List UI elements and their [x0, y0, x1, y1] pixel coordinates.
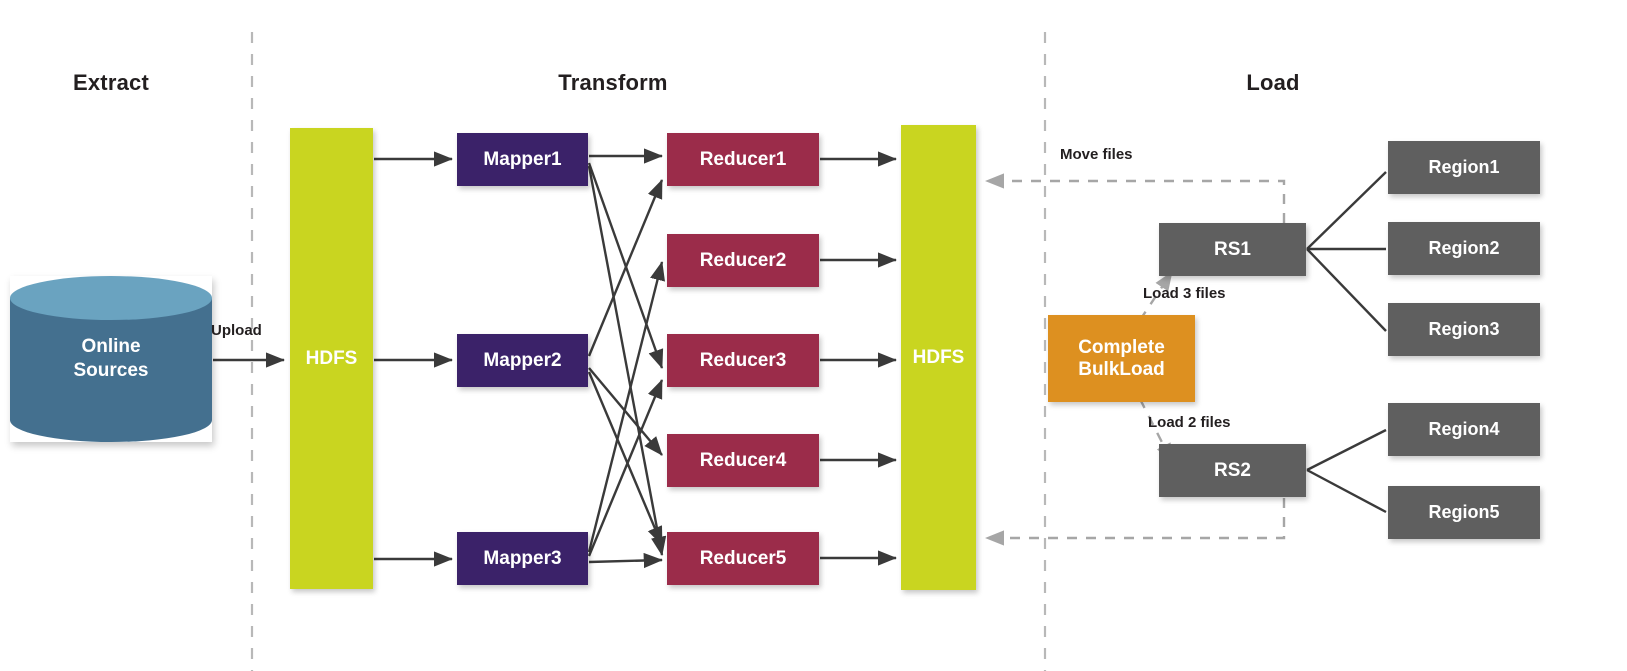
edge-rs2-move-files — [985, 498, 1286, 546]
reducer-1-node[interactable]: Reducer1 — [667, 133, 819, 186]
bulkload-line2: BulkLoad — [1078, 358, 1165, 380]
edge-rs1-to-region3 — [1306, 248, 1387, 332]
region-1-node[interactable]: Region1 — [1388, 141, 1540, 194]
region-2-node[interactable]: Region2 — [1388, 222, 1540, 275]
edge-mapper3-to-reducer5 — [588, 552, 663, 569]
edge-rs1-to-region1 — [1306, 171, 1387, 250]
bulkload-line1: Complete — [1078, 336, 1165, 358]
edge-mapper3-to-reducer2 — [587, 261, 665, 553]
phase-title-extract: Extract — [73, 70, 149, 95]
online-sources-datastore[interactable]: Online Sources — [10, 276, 212, 442]
edge-mapper2-to-reducer5 — [587, 371, 664, 546]
upload-label: Upload — [211, 322, 262, 339]
reducer-2-node[interactable]: Reducer2 — [667, 234, 819, 287]
region-5-node[interactable]: Region5 — [1388, 486, 1540, 539]
reducer-4-node[interactable]: Reducer4 — [667, 434, 819, 487]
online-sources-line1: Online — [81, 336, 141, 358]
region-server-1-node[interactable]: RS1 — [1159, 223, 1306, 276]
region-3-node[interactable]: Region3 — [1388, 303, 1540, 356]
edge-mapper1-to-reducer5 — [587, 165, 667, 556]
edge-mapper3-to-reducer3 — [587, 379, 664, 557]
edge-mapper2-to-reducer1 — [587, 179, 664, 357]
phase-title-transform: Transform — [558, 70, 668, 95]
edge-mapper2-to-reducer4 — [588, 367, 663, 456]
move-files-label: Move files — [1060, 146, 1133, 163]
edge-mapper1-to-reducer3 — [587, 162, 664, 369]
region-server-2-node[interactable]: RS2 — [1159, 444, 1306, 497]
complete-bulkload-node[interactable]: Complete BulkLoad — [1048, 315, 1195, 402]
load-2-files-label: Load 2 files — [1148, 414, 1231, 431]
mapper-3-node[interactable]: Mapper3 — [457, 532, 588, 585]
hdfs-input-store[interactable]: HDFS — [290, 128, 373, 589]
online-sources-caption: Online Sources — [10, 276, 212, 442]
online-sources-line2: Sources — [73, 360, 149, 381]
mapper-2-node[interactable]: Mapper2 — [457, 334, 588, 387]
load-3-files-label: Load 3 files — [1143, 285, 1226, 302]
edge-rs2-to-region4 — [1306, 428, 1387, 472]
edge-rs2-to-region5 — [1306, 468, 1387, 514]
region-4-node[interactable]: Region4 — [1388, 403, 1540, 456]
mapper-1-node[interactable]: Mapper1 — [457, 133, 588, 186]
reducer-5-node[interactable]: Reducer5 — [667, 532, 819, 585]
etl-diagram-canvas: Extract Transform Load Online Sources HD… — [0, 0, 1627, 671]
phase-title-load: Load — [1246, 70, 1300, 95]
edge-rs1-move-files — [985, 173, 1286, 223]
reducer-3-node[interactable]: Reducer3 — [667, 334, 819, 387]
hdfs-output-store[interactable]: HDFS — [901, 125, 976, 590]
